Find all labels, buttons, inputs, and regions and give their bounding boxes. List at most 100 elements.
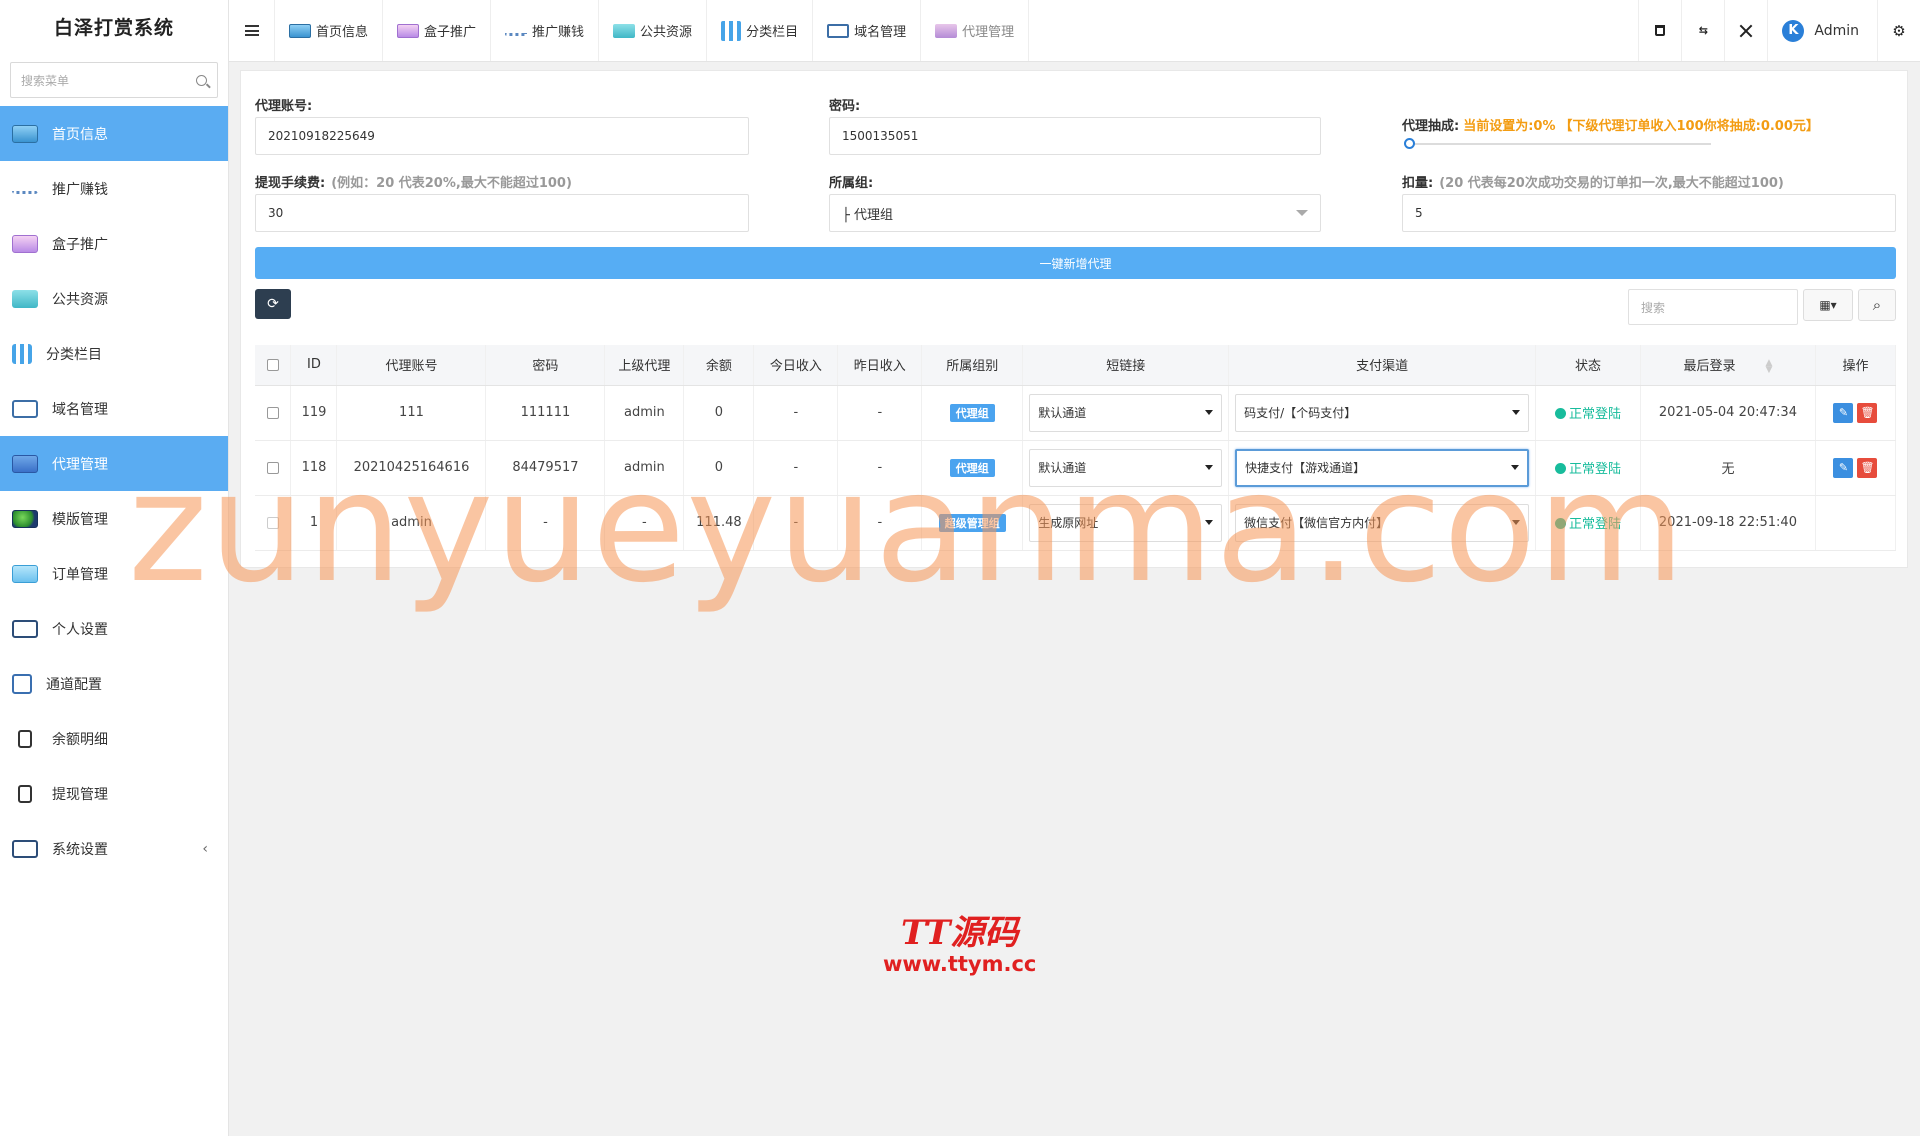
language-button[interactable]: ⇆ [1681, 0, 1724, 61]
status-text: 正常登陆 [1569, 407, 1622, 422]
row-select-cell [255, 495, 292, 551]
tab-agent[interactable]: 代理管理 [921, 0, 1030, 61]
watermark-logo-url: www.ttym.cc [883, 952, 1037, 977]
col-id[interactable]: ID [290, 345, 338, 386]
sidebar-item-agent[interactable]: 代理管理 [0, 436, 228, 491]
password-input[interactable]: 1500135051 [829, 117, 1321, 155]
tab-home[interactable]: 首页信息 [275, 0, 384, 61]
tab-domain[interactable]: 域名管理 [813, 0, 922, 61]
sidebar-item-label: 公共资源 [52, 291, 108, 308]
tab-resources[interactable]: 公共资源 [599, 0, 708, 61]
cell-parent: admin [604, 385, 685, 441]
fee-label-text: 提现手续费: [255, 176, 326, 191]
channel-select[interactable]: 码支付/【个码支付】 [1235, 393, 1530, 432]
avatar: K [1782, 19, 1805, 42]
sidebar-item-label: 首页信息 [52, 126, 108, 143]
box-icon [12, 234, 38, 253]
shortlink-select[interactable]: 生成原网址 [1029, 503, 1223, 542]
sidebar-item-resources[interactable]: 公共资源 [0, 271, 228, 326]
row-select-cell [255, 440, 292, 496]
table-search-button[interactable]: ⌕ [1858, 289, 1896, 321]
sidebar-item-order[interactable]: 订单管理 [0, 546, 228, 601]
row-checkbox[interactable] [266, 406, 279, 419]
fee-hint: (例如：20 代表20%,最大不能超过100) [331, 176, 572, 191]
columns-toggle-button[interactable]: ▦▾ [1803, 289, 1853, 321]
sidebar-item-domain[interactable]: 域名管理 [0, 381, 228, 436]
cell-id: 1 [290, 495, 338, 551]
select-all-cell [255, 345, 292, 386]
cell-yesterday: - [837, 495, 923, 551]
col-shortlink: 短链接 [1022, 345, 1230, 386]
top-navbar: 首页信息 盒子推广 推广赚钱 公共资源 分类栏目 域名管理 代理管理 ⇆ K A… [229, 0, 1920, 62]
fullscreen-button[interactable] [1724, 0, 1767, 61]
commission-slider-track[interactable] [1409, 143, 1711, 145]
account-input[interactable]: 20210918225649 [255, 117, 749, 155]
user-menu[interactable]: K Admin [1767, 0, 1877, 61]
cell-today: - [753, 440, 839, 496]
refresh-button[interactable]: ⟳ [255, 289, 291, 319]
sidebar-item-settings[interactable]: 系统设置 ‹ [0, 821, 228, 876]
shortlink-select[interactable]: 默认通道 [1029, 448, 1223, 487]
deduct-label-text: 扣量: [1402, 176, 1434, 191]
delete-button[interactable]: 🗑 [1857, 457, 1878, 478]
edit-button[interactable]: ✎ [1833, 402, 1854, 423]
chevron-down-icon [1205, 410, 1214, 415]
tab-label: 分类栏目 [746, 25, 799, 40]
menu-search-input[interactable]: 搜索菜单 [10, 62, 218, 98]
cell-parent: - [604, 495, 685, 551]
cell-password: - [485, 495, 606, 551]
sidebar-item-template[interactable]: 模版管理 [0, 491, 228, 546]
commission-slider-handle[interactable] [1404, 138, 1415, 149]
menu-toggle-button[interactable] [229, 0, 275, 61]
tab-box[interactable]: 盒子推广 [383, 0, 492, 61]
tab-label: 盒子推广 [424, 25, 477, 40]
sidebar-item-label: 通道配置 [46, 676, 102, 693]
row-checkbox[interactable] [266, 461, 279, 474]
add-agent-button[interactable]: 一键新增代理 [255, 247, 1896, 279]
sidebar-item-promote[interactable]: 推广赚钱 [0, 161, 228, 216]
table-search-input[interactable]: 搜索 [1628, 289, 1798, 325]
clear-cache-button[interactable] [1638, 0, 1681, 61]
shortlink-select[interactable]: 默认通道 [1029, 393, 1223, 432]
edit-button[interactable]: ✎ [1833, 457, 1854, 478]
tab-promote[interactable]: 推广赚钱 [491, 0, 600, 61]
channel-select[interactable]: 微信支付【微信官方内付】 [1235, 503, 1530, 542]
channel-icon [12, 673, 32, 694]
template-icon [12, 509, 38, 528]
group-select-value: ├ 代理组 [842, 207, 893, 223]
chevron-down-icon [1205, 520, 1214, 525]
search-icon [196, 74, 207, 86]
delete-button[interactable]: 🗑 [1857, 402, 1878, 423]
sidebar-item-label: 订单管理 [52, 566, 108, 583]
sidebar-item-withdraw[interactable]: 提现管理 [0, 766, 228, 821]
deduct-input[interactable]: 5 [1402, 194, 1896, 232]
cell-balance: 0 [683, 385, 755, 441]
user-icon [12, 619, 38, 638]
withdraw-icon [18, 784, 32, 803]
fee-input[interactable]: 30 [255, 194, 749, 232]
cell-today: - [753, 385, 839, 441]
menu-search-placeholder: 搜索菜单 [21, 73, 70, 88]
sidebar-item-channel[interactable]: 通道配置 [0, 656, 228, 711]
row-checkbox[interactable] [266, 516, 279, 529]
theme-settings-button[interactable]: ⚙ [1877, 0, 1920, 61]
select-all-checkbox[interactable] [266, 358, 279, 371]
sidebar-item-home[interactable]: 首页信息 [0, 106, 228, 161]
group-select[interactable]: ├ 代理组 [829, 194, 1321, 232]
cell-yesterday: - [837, 385, 923, 441]
tab-category[interactable]: 分类栏目 [707, 0, 814, 61]
sidebar-item-box[interactable]: 盒子推广 [0, 216, 228, 271]
sidebar-item-profile[interactable]: 个人设置 [0, 601, 228, 656]
cell-balance: 0 [683, 440, 755, 496]
channel-select[interactable]: 快捷支付【游戏通道】 [1235, 448, 1530, 487]
tab-label: 推广赚钱 [532, 25, 585, 40]
box-icon [397, 23, 420, 38]
cell-yesterday: - [837, 440, 923, 496]
chevron-down-icon [1205, 465, 1214, 470]
status-badge: 正常登陆 [1555, 462, 1621, 477]
sidebar-item-balance[interactable]: 余额明细 [0, 711, 228, 766]
cart-icon [935, 23, 958, 38]
col-last-login[interactable]: 最后登录 ▲ ▼ [1640, 345, 1816, 386]
sidebar-item-category[interactable]: 分类栏目 [0, 326, 228, 381]
sidebar-item-label: 系统设置 [52, 841, 108, 858]
